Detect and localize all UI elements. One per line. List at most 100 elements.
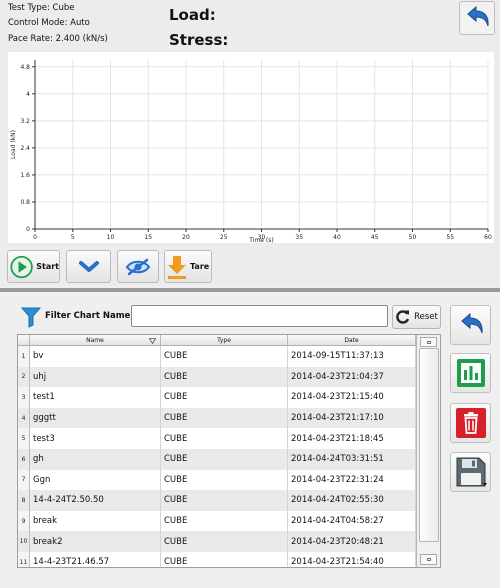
- undo-arrow-icon: [460, 312, 483, 334]
- expand-down-button[interactable]: [66, 250, 111, 283]
- x-tick-label: 10: [107, 234, 115, 241]
- type-cell: CUBE: [161, 428, 288, 449]
- type-cell: CUBE: [161, 387, 288, 408]
- type-column-header[interactable]: Type: [161, 335, 288, 345]
- name-cell: 14-4-23T21.46.57: [30, 551, 161, 567]
- top-panel: Test Type: Cube Control Mode: Auto Pace …: [0, 0, 500, 286]
- load-time-chart: 0 5 10 15 20 25 30 35 40 45 50 55 60 0 0.8 1.6 2.4 3.2 4 4.…: [8, 52, 494, 244]
- table-row[interactable]: 2 uhj CUBE 2014-04-23T21:04:37: [18, 366, 416, 388]
- view-chart-button[interactable]: [450, 353, 491, 393]
- tare-arrow-icon: [168, 255, 186, 279]
- row-number: 5: [18, 428, 30, 449]
- date-cell: 2014-04-23T21:17:10: [288, 407, 416, 429]
- table-row[interactable]: 8 14-4-24T2.50.50 CUBE 2014-04-24T02:55:30: [18, 490, 416, 511]
- row-number: 6: [18, 448, 30, 470]
- bar-chart-icon: [456, 359, 485, 387]
- x-tick-label: 5: [71, 234, 75, 241]
- scrollbar-thumb[interactable]: [419, 348, 439, 542]
- type-cell: CUBE: [161, 448, 288, 470]
- row-number: 4: [18, 407, 30, 429]
- table-row[interactable]: 7 Ggn CUBE 2014-04-23T22:31:24: [18, 469, 416, 491]
- tare-label: Tare: [190, 262, 210, 271]
- date-cell: 2014-04-23T20:48:21: [288, 531, 416, 552]
- reset-button[interactable]: Reset: [392, 305, 441, 329]
- type-cell: CUBE: [161, 346, 288, 367]
- date-cell: 2014-04-23T21:18:45: [288, 428, 416, 449]
- name-cell: break2: [30, 531, 161, 552]
- play-icon: [10, 255, 33, 278]
- row-number: 3: [18, 387, 30, 408]
- x-tick-label: 0: [33, 234, 37, 241]
- name-header-label: Name: [86, 336, 104, 344]
- date-column-header[interactable]: Date: [288, 335, 416, 345]
- undo-arrow-icon: [467, 5, 489, 27]
- name-cell: 14-4-24T2.50.50: [30, 490, 161, 511]
- scroll-up-button[interactable]: [420, 337, 437, 347]
- name-cell: test3: [30, 428, 161, 449]
- x-tick-label: 60: [484, 234, 492, 241]
- date-cell: 2014-04-24T02:55:30: [288, 490, 416, 511]
- row-number: 7: [18, 469, 30, 491]
- table-row[interactable]: 4 gggtt CUBE 2014-04-23T21:17:10: [18, 407, 416, 429]
- chevron-down-icon: [78, 260, 99, 272]
- x-tick-label: 20: [182, 234, 190, 241]
- row-number: 8: [18, 490, 30, 511]
- start-button[interactable]: Start: [7, 250, 60, 283]
- trash-icon: [455, 408, 486, 438]
- x-tick-label: 25: [220, 234, 228, 241]
- back-side-button[interactable]: [450, 305, 491, 345]
- row-number: 11: [18, 551, 30, 567]
- table-row[interactable]: 6 gh CUBE 2014-04-24T03:31:51: [18, 448, 416, 470]
- table-body: 1 bv CUBE 2014-09-15T11:37:13 2 uhj CUBE 2014-0…: [18, 346, 416, 567]
- type-header-label: Type: [217, 336, 231, 344]
- y-tick-label: 2.4: [20, 145, 30, 152]
- x-axis-label: Time (s): [248, 237, 273, 243]
- filter-input[interactable]: [131, 305, 388, 327]
- save-button[interactable]: [450, 452, 491, 492]
- type-cell: CUBE: [161, 469, 288, 491]
- type-cell: CUBE: [161, 510, 288, 532]
- type-cell: CUBE: [161, 551, 288, 567]
- name-cell: test1: [30, 387, 161, 408]
- name-cell: uhj: [30, 366, 161, 388]
- tare-button[interactable]: Tare: [164, 250, 212, 283]
- table-row[interactable]: 11 14-4-23T21.46.57 CUBE 2014-04-23T21:54:4…: [18, 551, 416, 567]
- vertical-scrollbar[interactable]: [416, 335, 440, 567]
- row-number-header: [18, 335, 30, 345]
- back-button[interactable]: [459, 1, 495, 35]
- table-row[interactable]: 1 bv CUBE 2014-09-15T11:37:13: [18, 346, 416, 367]
- y-tick-label: 0.8: [20, 199, 30, 206]
- hide-toggle-button[interactable]: [117, 250, 159, 283]
- x-tick-label: 40: [333, 234, 341, 241]
- y-tick-label: 4.8: [20, 64, 30, 71]
- date-cell: 2014-04-23T21:54:40: [288, 551, 416, 567]
- type-cell: CUBE: [161, 490, 288, 511]
- sort-indicator-icon: [149, 338, 156, 344]
- name-cell: gh: [30, 448, 161, 470]
- date-cell: 2014-04-23T21:15:40: [288, 387, 416, 408]
- date-header-label: Date: [344, 336, 359, 344]
- delete-button[interactable]: [450, 403, 491, 443]
- table-row[interactable]: 3 test1 CUBE 2014-04-23T21:15:40: [18, 387, 416, 408]
- x-tick-label: 55: [446, 234, 454, 241]
- test-type-text: Test Type: Cube: [8, 3, 75, 13]
- type-cell: CUBE: [161, 531, 288, 552]
- date-cell: 2014-09-15T11:37:13: [288, 346, 416, 367]
- row-number: 1: [18, 346, 30, 367]
- y-tick-label: 0: [26, 226, 30, 233]
- table-row[interactable]: 5 test3 CUBE 2014-04-23T21:18:45: [18, 428, 416, 449]
- stress-label: Stress:: [169, 31, 229, 49]
- y-tick-label: 4: [26, 91, 30, 98]
- y-tick-label: 1.6: [20, 172, 30, 179]
- table-row[interactable]: 9 break CUBE 2014-04-24T04:58:27: [18, 510, 416, 532]
- name-cell: Ggn: [30, 469, 161, 491]
- table-row[interactable]: 10 break2 CUBE 2014-04-23T20:48:21: [18, 531, 416, 552]
- x-tick-label: 35: [295, 234, 303, 241]
- y-tick-label: 3.2: [20, 118, 30, 125]
- panel-divider: [0, 288, 500, 292]
- name-cell: gggtt: [30, 407, 161, 429]
- charts-table[interactable]: Name Type Date 1 bv CUBE 2014-09-15T11:37:1…: [17, 334, 441, 568]
- scroll-down-button[interactable]: [420, 554, 437, 565]
- x-tick-label: 50: [409, 234, 417, 241]
- name-column-header[interactable]: Name: [30, 335, 161, 345]
